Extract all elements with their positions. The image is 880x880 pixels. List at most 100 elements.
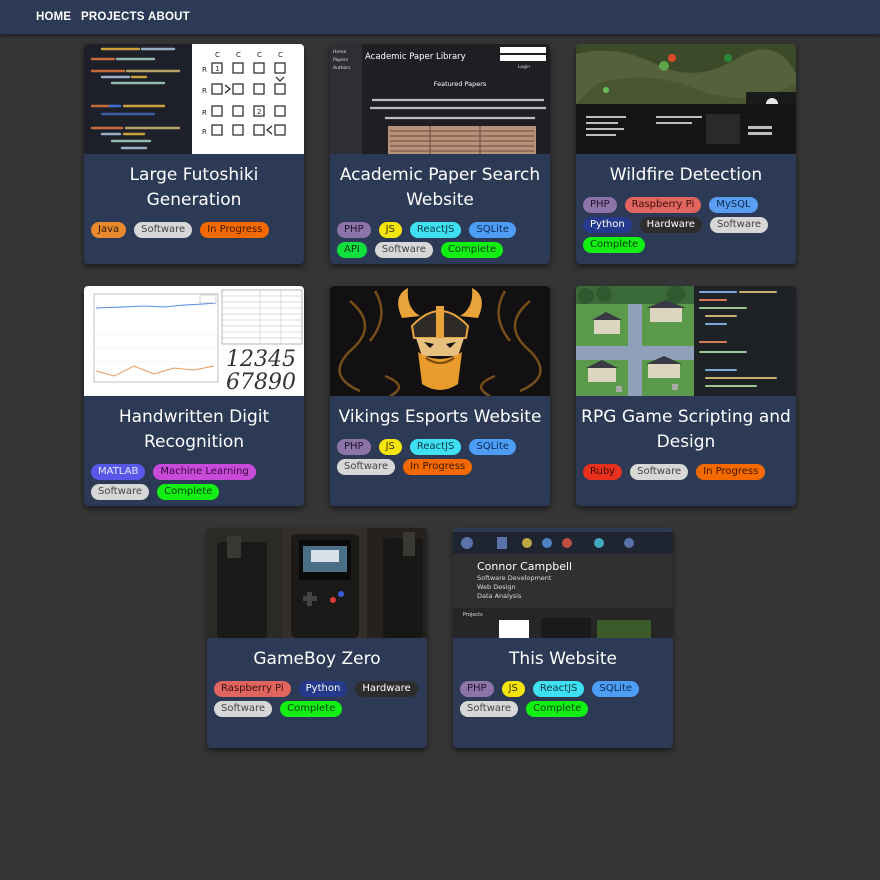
project-card-handwritten-digit[interactable]: 12345 67890 Handwritten Digit Recognitio… [84, 286, 304, 506]
card-title: Large Futoshiki Generation [129, 165, 259, 210]
project-card-academic-paper-search[interactable]: Home Papers Authors Academic Paper Libra… [330, 44, 550, 264]
tag-matlab: MATLAB [91, 464, 146, 480]
tag-software: Software [134, 222, 193, 238]
top-navbar: HOME PROJECTS ABOUT [0, 0, 880, 34]
svg-text:R: R [202, 128, 207, 136]
svg-text:R: R [202, 109, 207, 117]
tag-software: Software [214, 701, 273, 717]
tag-machine-learning: Machine Learning [153, 464, 256, 480]
project-card-rpg-game[interactable]: RPG Game Scripting and Design Ruby Softwa… [576, 286, 796, 506]
gameboy-photo-thumbnail [207, 528, 427, 638]
tag-sqlite: SQLite [592, 681, 640, 697]
tag-software: Software [337, 459, 396, 475]
tag-complete: Complete [280, 701, 343, 717]
tag-raspberry-pi: Raspberry Pi [214, 681, 291, 697]
svg-text:1: 1 [215, 65, 219, 73]
tag-raspberry-pi: Raspberry Pi [624, 197, 702, 213]
tag-ruby: Ruby [583, 464, 623, 480]
tag-complete: Complete [583, 237, 646, 253]
svg-text:C: C [257, 51, 262, 59]
thumb-heading: Academic Paper Library [365, 52, 466, 62]
tag-php: PHP [337, 439, 371, 455]
card-title: This Website [509, 649, 617, 669]
tag-software: Software [91, 484, 150, 500]
tag-software: Software [709, 217, 769, 233]
tag-list: PHP JS ReactJS SQLite API Software Complete [337, 222, 546, 258]
svg-text:2: 2 [257, 108, 261, 116]
tag-php: PHP [337, 222, 371, 238]
tag-java: Java [91, 222, 127, 238]
card-title: RPG Game Scripting and Design [581, 407, 791, 452]
tag-software: Software [630, 464, 689, 480]
svg-text:C: C [215, 51, 220, 59]
thumb-nav-papers: Papers [333, 57, 349, 63]
thumb-nav-home: Home [333, 49, 347, 55]
svg-text:R: R [202, 87, 207, 95]
tag-js: JS [378, 439, 402, 455]
thumb-line-2: Web Design [477, 583, 516, 591]
tag-sqlite: SQLite [469, 222, 517, 238]
thumb-section: Projects [463, 612, 483, 618]
thumb-login: Login [518, 64, 530, 70]
tag-python: Python [298, 681, 348, 697]
viking-logo-thumbnail [330, 286, 550, 396]
nav-about-link[interactable]: ABOUT [148, 11, 190, 23]
tag-complete: Complete [157, 484, 220, 500]
project-card-vikings-esports[interactable]: Vikings Esports Website PHP JS ReactJS SQLi… [330, 286, 550, 506]
tag-list: Java Software In Progress [91, 222, 300, 238]
tag-js: JS [378, 222, 402, 238]
tag-reactjs: ReactJS [409, 222, 462, 238]
satellite-map-thumbnail [576, 44, 796, 154]
nav-projects-link[interactable]: PROJECTS [81, 11, 145, 23]
card-title: Handwritten Digit Recognition [118, 407, 270, 452]
tag-reactjs: ReactJS [532, 681, 585, 697]
tag-list: PHP JS ReactJS SQLite Software In Progress [337, 439, 546, 475]
tag-js: JS [501, 681, 525, 697]
tag-list: Raspberry Pi Python Hardware Software Comple… [214, 681, 423, 717]
tag-python: Python [583, 217, 632, 233]
thumb-line-3: Data Analysis [477, 592, 522, 600]
tag-reactjs: ReactJS [409, 439, 462, 455]
tag-complete: Complete [440, 242, 504, 258]
portfolio-site-thumbnail: Connor Campbell Software Development Web… [453, 528, 673, 638]
tag-hardware: Hardware [355, 681, 418, 697]
project-card-gameboy-zero[interactable]: GameBoy Zero Raspberry Pi Python Hardware S… [207, 528, 427, 748]
card-title: GameBoy Zero [253, 649, 381, 669]
paper-library-thumbnail: Home Papers Authors Academic Paper Libra… [330, 44, 550, 154]
project-card-futoshiki[interactable]: RRRR 12 CCCC Large Futoshiki Generation … [84, 44, 304, 264]
svg-text:R: R [202, 66, 207, 74]
tag-complete: Complete [526, 701, 589, 717]
thumb-name: Connor Campbell [477, 560, 572, 573]
svg-text:C: C [278, 51, 283, 59]
thumb-nav-authors: Authors [333, 65, 351, 71]
tag-in-progress: In Progress [200, 222, 270, 238]
tag-in-progress: In Progress [403, 459, 473, 475]
tag-hardware: Hardware [639, 217, 702, 233]
thumb-digits-bottom: 67890 [226, 370, 296, 395]
tag-list: PHP JS ReactJS SQLite Software Complete [460, 681, 669, 717]
tag-php: PHP [460, 681, 494, 697]
card-title: Vikings Esports Website [338, 407, 542, 427]
code-puzzle-thumbnail: R R R R 1 2 C C C C [84, 44, 304, 154]
rpg-map-thumbnail [576, 286, 796, 396]
project-card-wildfire-detection[interactable]: Wildfire Detection PHP Raspberry Pi MySQL P… [576, 44, 796, 264]
thumb-subheading: Featured Papers [434, 80, 487, 88]
thumb-line-1: Software Development [477, 574, 552, 582]
svg-text:C: C [236, 51, 241, 59]
tag-mysql: MySQL [709, 197, 758, 213]
tag-list: MATLAB Machine Learning Software Complete [91, 464, 300, 500]
tag-sqlite: SQLite [469, 439, 517, 455]
tag-in-progress: In Progress [696, 464, 766, 480]
card-title: Wildfire Detection [609, 165, 763, 185]
digit-chart-thumbnail: 12345 67890 [84, 286, 304, 396]
thumb-digits-top: 12345 [226, 347, 296, 372]
tag-php: PHP [583, 197, 617, 213]
nav-home-link[interactable]: HOME [36, 11, 71, 23]
tag-software: Software [374, 242, 433, 258]
tag-software: Software [460, 701, 519, 717]
tag-list: PHP Raspberry Pi MySQL Python Hardware Softwa… [583, 197, 792, 253]
card-title: Academic Paper Search Website [339, 165, 541, 210]
tag-list: Ruby Software In Progress [583, 464, 792, 480]
tag-api: API [337, 242, 367, 258]
project-card-this-website[interactable]: Connor Campbell Software Development Web… [453, 528, 673, 748]
